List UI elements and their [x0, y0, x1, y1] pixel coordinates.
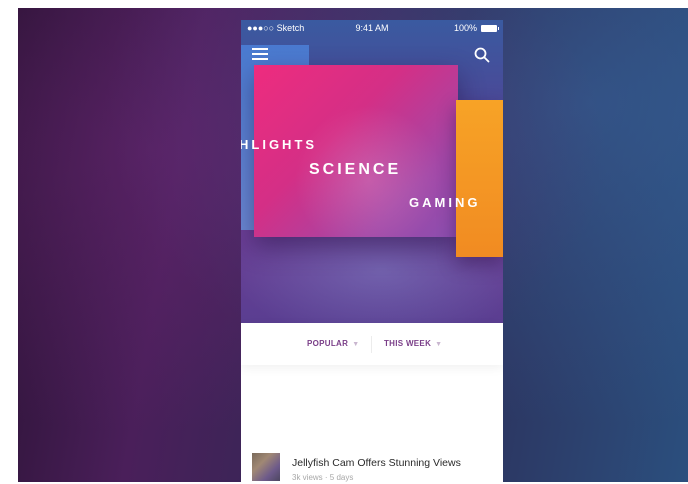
app-preview-background: HLIGHTS SCIENCE GAMING ●●●○○ Sketch 9:41…	[18, 8, 688, 482]
status-bar: ●●●○○ Sketch 9:41 AM 100%	[241, 20, 503, 38]
category-label-highlights: HLIGHTS	[241, 137, 318, 152]
hamburger-menu-icon[interactable]	[252, 48, 268, 62]
chevron-down-icon: ▼	[435, 341, 443, 348]
category-card-gaming[interactable]	[456, 100, 503, 257]
time-range-dropdown-label: THIS WEEK	[384, 339, 432, 348]
phone-screen: HLIGHTS SCIENCE GAMING ●●●○○ Sketch 9:41…	[241, 20, 503, 482]
article-title: Jellyfish Cam Offers Stunning Views	[292, 457, 461, 469]
search-icon[interactable]	[473, 46, 491, 64]
category-label-science: SCIENCE	[309, 161, 402, 178]
article-meta: 3k views · 5 days	[292, 473, 354, 482]
popular-dropdown[interactable]: POPULAR ▼	[307, 339, 359, 348]
category-carousel: HLIGHTS SCIENCE GAMING ●●●○○ Sketch 9:41…	[241, 20, 503, 323]
popular-dropdown-label: POPULAR	[307, 339, 349, 348]
battery-percent: 100%	[453, 23, 477, 33]
battery-icon	[481, 25, 499, 32]
filter-bar: POPULAR ▼ THIS WEEK ▼	[241, 323, 503, 365]
chevron-down-icon: ▼	[352, 341, 360, 348]
time-range-dropdown[interactable]: THIS WEEK ▼	[384, 339, 442, 348]
category-label-gaming: GAMING	[409, 195, 481, 210]
filter-divider	[371, 336, 372, 353]
article-list-item[interactable]: Jellyfish Cam Offers Stunning Views 3k v…	[241, 445, 503, 482]
article-thumbnail	[252, 453, 280, 481]
